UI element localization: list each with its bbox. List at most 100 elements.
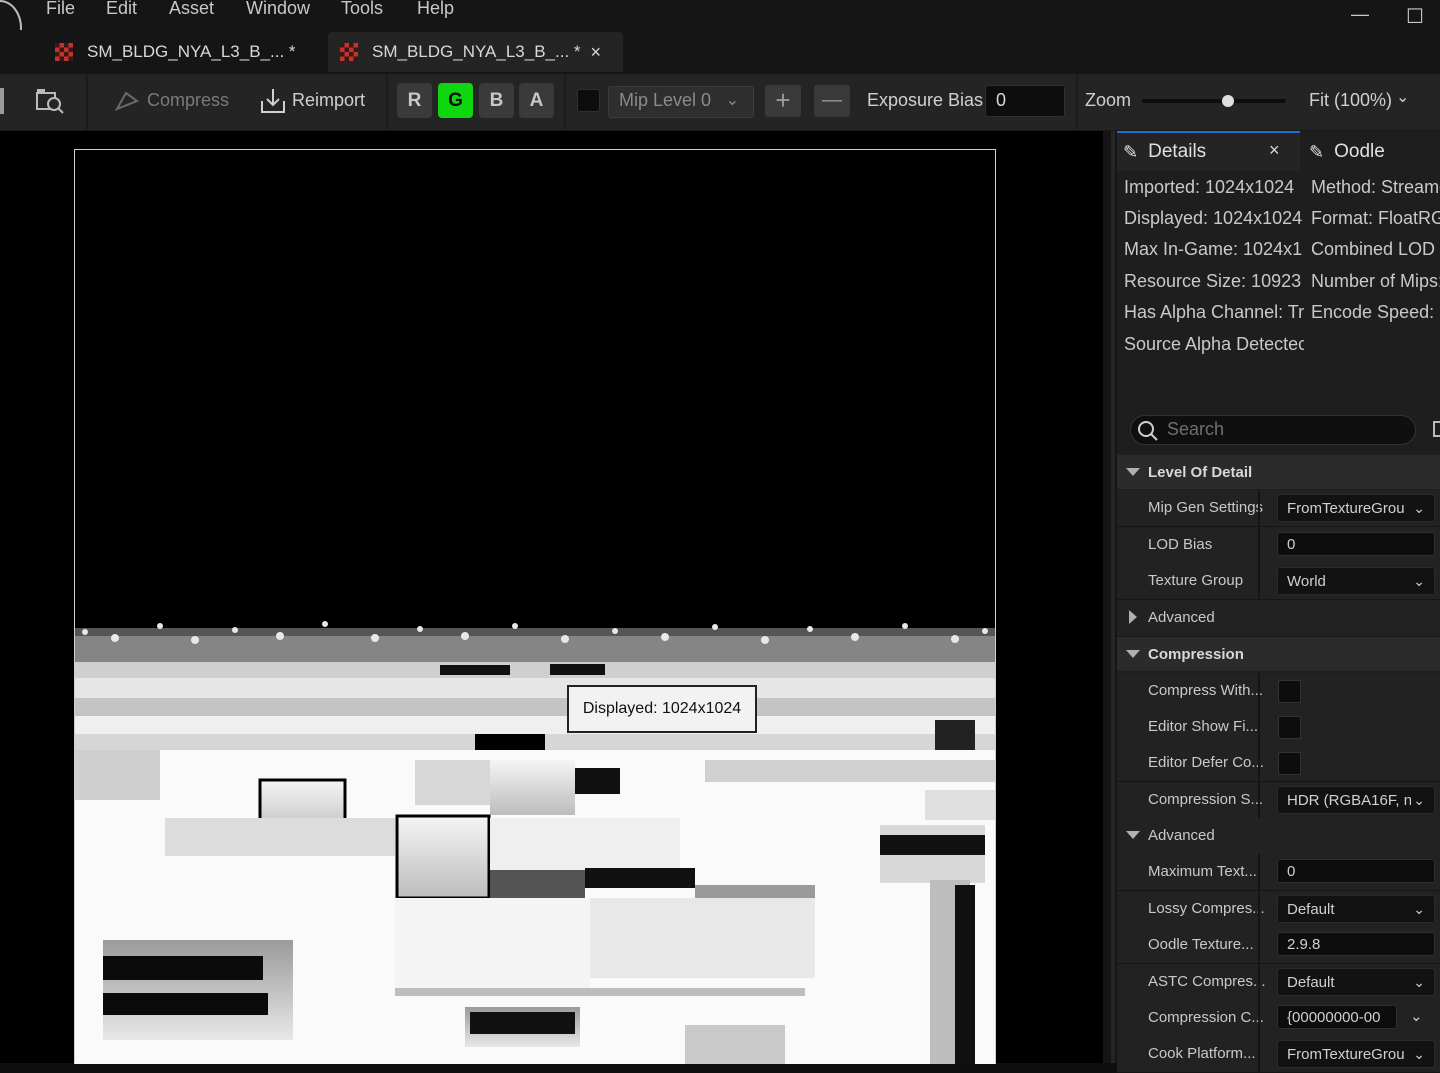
menu-asset[interactable]: Asset	[169, 0, 214, 19]
oodle-texture-sdk-input[interactable]: 2.9.8	[1277, 932, 1435, 956]
menu-window[interactable]: Window	[246, 0, 310, 19]
expand-arrow-icon	[1129, 610, 1137, 624]
subcategory-advanced-lod[interactable]: Advanced	[1117, 600, 1440, 637]
compress-with-checkbox[interactable]	[1278, 680, 1301, 703]
tab-label: SM_BLDG_NYA_L3_B_... *	[372, 42, 581, 61]
property-label: Oodle Texture...	[1148, 936, 1254, 953]
chevron-down-icon: ⌄	[1396, 89, 1410, 106]
property-label: Compression C...	[1148, 1009, 1264, 1026]
menu-bar: File Edit Asset Window Tools Help — ☐	[0, 0, 1440, 56]
lossy-compression-dropdown[interactable]: Default ⌄	[1277, 895, 1435, 923]
category-level-of-detail[interactable]: Level Of Detail	[1117, 455, 1440, 489]
property-label: Cook Platform...	[1148, 1045, 1256, 1062]
exposure-bias-input[interactable]: 0	[985, 85, 1065, 117]
minimize-icon[interactable]: —	[1351, 4, 1369, 25]
menu-file[interactable]: File	[46, 0, 75, 19]
property-label: Editor Show Fi...	[1148, 718, 1259, 735]
reimport-icon	[261, 89, 285, 113]
property-label: Editor Defer Co...	[1148, 754, 1264, 771]
menu-edit[interactable]: Edit	[106, 0, 137, 19]
cook-platform-dropdown[interactable]: FromTextureGrou ⌄	[1277, 1040, 1435, 1068]
channel-r-button[interactable]: R	[397, 83, 432, 118]
texture-preview[interactable]: Displayed: 1024x1024	[74, 149, 996, 1064]
mip-gen-settings-dropdown[interactable]: FromTextureGrou ⌄	[1277, 494, 1435, 522]
collapse-arrow-icon	[1126, 468, 1140, 476]
property-oodle-texture-sdk: Oodle Texture... 2.9.8	[1117, 927, 1440, 964]
info-combined-lod: Combined LOD E	[1311, 239, 1440, 259]
view-options-icon[interactable]	[1433, 421, 1440, 437]
menu-tools[interactable]: Tools	[341, 0, 383, 19]
chevron-down-icon: ⌄	[1413, 974, 1425, 990]
channel-a-button[interactable]: A	[519, 83, 554, 118]
dropdown-value: Default	[1287, 974, 1335, 991]
tab-asset-2[interactable]: SM_BLDG_NYA_L3_B_... * ×	[328, 32, 623, 72]
zoom-slider-thumb[interactable]	[1222, 95, 1235, 107]
texture-image	[75, 150, 995, 1064]
tab-oodle[interactable]: ✎ Oodle	[1309, 135, 1385, 169]
property-label: Lossy Compres...	[1148, 900, 1265, 917]
info-encode-speed: Encode Speed: U	[1311, 302, 1440, 322]
compression-cache-id-input[interactable]: {00000000-00	[1277, 1005, 1397, 1029]
compress-button[interactable]: Compress	[147, 90, 229, 111]
panel-splitter[interactable]	[1103, 131, 1117, 1063]
compression-settings-dropdown[interactable]: HDR (RGBA16F, n ⌄	[1277, 786, 1435, 814]
compress-icon	[114, 91, 140, 111]
details-search-input[interactable]: Search	[1130, 415, 1416, 445]
subcategory-label: Advanced	[1148, 827, 1215, 844]
category-compression[interactable]: Compression	[1117, 637, 1440, 671]
close-details-icon[interactable]: ×	[1269, 140, 1280, 161]
edit-pencil-icon: ✎	[1309, 141, 1325, 162]
property-label: Texture Group	[1148, 572, 1244, 589]
channel-b-button[interactable]: B	[479, 83, 514, 118]
info-has-alpha: Has Alpha Channel: Tr	[1124, 302, 1304, 322]
editor-show-final-checkbox[interactable]	[1278, 716, 1301, 739]
info-max-in-game: Max In-Game: 1024x1	[1124, 239, 1303, 259]
tab-asset-1[interactable]: SM_BLDG_NYA_L3_B_... *	[40, 32, 335, 72]
save-icon[interactable]	[0, 88, 4, 114]
menu-help[interactable]: Help	[417, 0, 454, 19]
editor-defer-compression-checkbox[interactable]	[1278, 752, 1301, 775]
channel-g-button[interactable]: G	[438, 83, 473, 118]
zoom-slider-track[interactable]	[1142, 99, 1286, 103]
info-displayed: Displayed: 1024x1024	[1124, 208, 1303, 228]
reimport-button[interactable]: Reimport	[292, 90, 365, 111]
edit-pencil-icon: ✎	[1123, 141, 1139, 162]
property-editor-show-final: Editor Show Fi...	[1117, 709, 1440, 746]
property-mip-gen-settings: Mip Gen Settings FromTextureGrou ⌄	[1117, 490, 1440, 527]
info-source-alpha: Source Alpha Detectec	[1124, 334, 1304, 354]
lod-bias-input[interactable]: 0	[1277, 532, 1435, 556]
chevron-down-icon[interactable]: ⌄	[1410, 1007, 1423, 1025]
texture-group-dropdown[interactable]: World ⌄	[1277, 567, 1435, 595]
property-astc-compression: ASTC Compres... Default ⌄	[1117, 964, 1440, 1001]
exposure-bias-label: Exposure Bias	[867, 90, 984, 110]
fit-zoom-dropdown[interactable]: Fit (100%)	[1309, 90, 1392, 111]
chevron-down-icon: ⌄	[1411, 495, 1425, 521]
oodle-tab-label: Oodle	[1334, 141, 1385, 162]
close-tab-icon[interactable]: ×	[591, 42, 602, 63]
maximize-icon[interactable]: ☐	[1406, 4, 1424, 29]
tab-label: SM_BLDG_NYA_L3_B_... *	[87, 42, 296, 61]
property-lod-bias: LOD Bias 0	[1117, 527, 1440, 564]
mip-minus-button[interactable]: —	[814, 85, 850, 117]
details-tab-label: Details	[1148, 141, 1207, 162]
property-label: ASTC Compres...	[1148, 973, 1266, 990]
checkerboard-toggle[interactable]	[577, 89, 600, 112]
collapse-arrow-icon	[1126, 831, 1140, 839]
property-label: Compression S...	[1148, 791, 1264, 808]
astc-compression-dropdown[interactable]: Default ⌄	[1277, 968, 1435, 996]
property-maximum-texture-size: Maximum Text... 0	[1117, 854, 1440, 891]
chevron-down-icon: ⌄	[1413, 573, 1425, 589]
property-label: Mip Gen Settings	[1148, 499, 1264, 516]
browse-folder-icon[interactable]	[35, 87, 65, 115]
mip-plus-button[interactable]: +	[765, 85, 801, 117]
mip-level-dropdown[interactable]: Mip Level 0 ⌄	[608, 86, 754, 118]
dropdown-value: World	[1287, 573, 1326, 590]
collapse-arrow-icon	[1126, 650, 1140, 658]
subcategory-advanced-compression[interactable]: Advanced	[1117, 818, 1440, 855]
toolbar-separator	[1076, 74, 1078, 130]
property-editor-defer-compression: Editor Defer Co...	[1117, 745, 1440, 782]
chevron-down-icon: ⌄	[1411, 787, 1425, 813]
maximum-texture-size-input[interactable]: 0	[1277, 859, 1435, 883]
search-placeholder: Search	[1167, 419, 1225, 439]
property-lossy-compression: Lossy Compres... Default ⌄	[1117, 891, 1440, 928]
